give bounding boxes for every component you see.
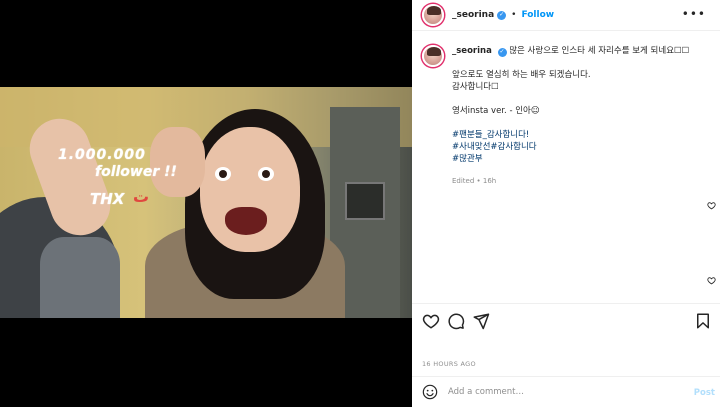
overlay-smiley: ت [133, 187, 150, 206]
post-comment-button[interactable]: Post [694, 388, 715, 398]
caption-username[interactable]: _seorina [452, 46, 492, 56]
post-media[interactable]: 1.000.000 follower !! THX ت [0, 0, 412, 407]
verified-badge-icon: ✓ [497, 47, 507, 57]
header-username[interactable]: _seorina [452, 10, 494, 20]
hashtag-link[interactable]: #팬분들_감사합니다! [452, 129, 702, 141]
right-eye [258, 167, 274, 181]
man-collar [40, 237, 120, 318]
caption-avatar[interactable] [422, 45, 444, 67]
follow-button[interactable]: Follow [521, 10, 554, 20]
share-paper-plane-icon[interactable] [472, 312, 490, 330]
avatar[interactable] [422, 4, 444, 26]
emoji-icon[interactable] [422, 384, 438, 400]
caption-line-1: 많은 사랑으로 인스타 세 자리수를 보게 되네요☐☐ [509, 46, 690, 56]
left-eye [215, 167, 231, 181]
save-bookmark-icon[interactable] [694, 312, 712, 330]
more-options-icon[interactable]: ••• [682, 8, 706, 20]
caption-body: _seorina ✓ 많은 사랑으로 인스타 세 자리수를 보게 되네요☐☐ 앞… [452, 45, 702, 187]
comment-bar: Post [412, 376, 720, 407]
hashtag-link[interactable]: #사내맞선#감사합니다 [452, 141, 702, 153]
post-timestamp[interactable]: 16 HOURS AGO [422, 360, 476, 368]
overlay-text-follower: follower !! [95, 164, 177, 180]
caption-section: _seorina ✓ 많은 사랑으로 인스타 세 자리수를 보게 되네요☐☐ 앞… [412, 31, 720, 303]
caption-line-3: 감사합니다☐ [452, 82, 499, 92]
comment-like-heart-icon[interactable] [707, 276, 716, 285]
hashtag-link[interactable]: #많관부 [452, 153, 702, 165]
post-header: _seorina ✓ • Follow ••• [412, 0, 720, 31]
post-image[interactable]: 1.000.000 follower !! THX ت [0, 87, 412, 318]
background-sign [345, 182, 385, 220]
mouth [225, 207, 267, 235]
verified-badge-icon: ✓ [497, 10, 507, 20]
dot-separator: • [511, 10, 517, 20]
comment-bubble-icon[interactable] [447, 312, 465, 330]
post-side-panel: _seorina ✓ • Follow ••• _seorina ✓ 많은 사랑… [412, 0, 720, 407]
hand [150, 127, 205, 197]
caption-line-2: 앞으로도 열심히 하는 배우 되겠습니다. [452, 70, 591, 80]
comment-input[interactable] [448, 387, 678, 397]
edited-label: Edited • 16h [452, 177, 497, 185]
overlay-text-thx: THX [90, 190, 125, 208]
overlay-text-count: 1.000.000 [58, 147, 146, 163]
comment-like-heart-icon[interactable] [707, 201, 716, 210]
caption-line-4: 영서insta ver. - 인아☺ [452, 106, 540, 116]
like-heart-icon[interactable] [422, 312, 440, 330]
